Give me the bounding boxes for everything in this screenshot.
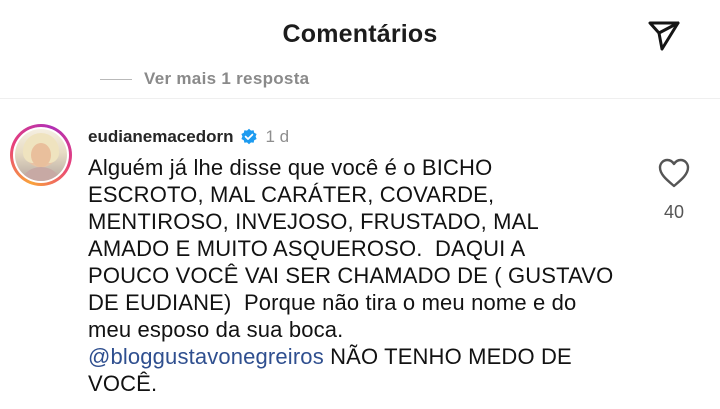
- view-more-replies[interactable]: Ver mais 1 resposta: [100, 66, 309, 92]
- username[interactable]: eudianemacedorn: [88, 127, 234, 147]
- profile-shoulders: [19, 167, 63, 181]
- comment-line: DE EUDIANE) Porque não tira o meu nome e…: [88, 290, 577, 315]
- comment-line: VOCÊ.: [88, 371, 158, 396]
- verified-badge-icon: [240, 128, 257, 145]
- comment-line: meu esposo da sua boca.: [88, 317, 344, 342]
- profile-photo: [15, 129, 67, 181]
- comment-line: ESCROTO, MAL CARÁTER, COVARDE,: [88, 182, 495, 207]
- reply-thread-line: [100, 78, 132, 80]
- avatar[interactable]: [10, 124, 72, 186]
- comment-line: MENTIROSO, INVEJOSO, FRUSTADO, MAL: [88, 209, 539, 234]
- comments-header: Comentários: [0, 0, 720, 72]
- paper-plane-icon[interactable]: [644, 15, 684, 55]
- page-title: Comentários: [282, 20, 438, 48]
- comment-line: AMADO E MUITO ASQUEROSO. DAQUI A: [88, 236, 526, 261]
- mention-link[interactable]: @bloggustavonegreiros: [88, 344, 324, 369]
- comment-line: Alguém já lhe disse que você é o BICHO: [88, 155, 493, 180]
- like-count: 40: [663, 202, 685, 222]
- view-more-replies-label: Ver mais 1 resposta: [144, 69, 310, 88]
- comment-meta: eudianemacedorn 1 d: [88, 124, 289, 150]
- comment-line: POUCO VOCÊ VAI SER CHAMADO DE ( GUSTAVO: [88, 263, 614, 288]
- avatar-ring-gap: [13, 127, 69, 183]
- profile-face: [31, 143, 51, 167]
- comment-line: NÃO TENHO MEDO DE: [323, 344, 572, 369]
- divider: [0, 98, 720, 99]
- heart-outline-icon[interactable]: [657, 157, 691, 189]
- comment-timestamp: 1 d: [265, 127, 290, 146]
- comment-text: Alguém já lhe disse que você é o BICHO E…: [88, 154, 658, 397]
